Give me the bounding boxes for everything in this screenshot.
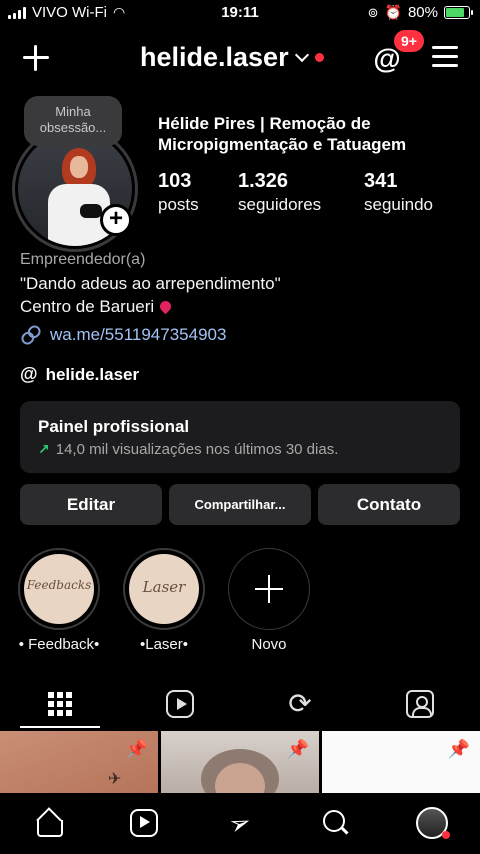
note-text: Minha obsessão...	[39, 104, 107, 135]
status-bar: VIVO Wi-Fi ◠ 19:11 ⊚ ⏰ 80%	[0, 0, 480, 28]
highlight-laser[interactable]: Laser	[123, 548, 205, 630]
contact-button[interactable]: Contato	[318, 484, 460, 525]
stat-number: 341	[364, 170, 398, 192]
post-thumbnail[interactable]: 📌	[322, 731, 480, 793]
bottom-navigation: ➢	[0, 793, 480, 854]
username: helide.laser	[140, 42, 289, 72]
repost-icon: ⟳	[288, 688, 312, 719]
stat-number: 1.326	[238, 170, 289, 192]
status-right: ⊚ ⏰ 80%	[367, 4, 473, 21]
profile-tabs: ⟳	[0, 680, 480, 728]
full-name: Hélide Pires | Remoção de Micropigmentaç…	[158, 114, 407, 154]
threads-handle: helide.laser	[45, 364, 140, 384]
bio-link[interactable]: wa.me/5511947354903	[18, 322, 227, 348]
highlight-feedback[interactable]: Feedbacks	[18, 548, 100, 630]
reels-icon	[166, 690, 194, 718]
stat-label: seguindo	[364, 195, 434, 214]
post-thumbnail[interactable]: ✈ 📌	[0, 731, 158, 793]
note-bubble[interactable]: Minha obsessão...	[24, 96, 122, 152]
category-label: Empreendedor(a)	[20, 251, 146, 268]
tab-tagged[interactable]	[360, 680, 480, 728]
threads-small-icon: @	[20, 364, 38, 384]
battery-icon	[444, 6, 473, 19]
stat-followers[interactable]: 1.326 seguidores	[238, 170, 321, 215]
pin-post-icon: 📌	[447, 739, 470, 759]
bio-location-text: Centro de Barueri	[20, 297, 155, 316]
reels-icon	[130, 809, 158, 837]
notification-dot	[314, 53, 324, 62]
search-icon	[323, 810, 349, 836]
menu-icon[interactable]	[432, 46, 458, 68]
stat-label: posts	[158, 195, 199, 214]
home-icon	[35, 811, 63, 837]
nav-profile[interactable]	[416, 807, 450, 839]
account-switcher[interactable]: helide.laser	[140, 42, 324, 73]
pin-post-icon: 📌	[286, 739, 309, 759]
tagged-icon	[406, 690, 434, 718]
highlight-label: •Laser•	[139, 636, 189, 653]
grid-icon	[48, 692, 72, 716]
highlight-cover-text: Laser	[142, 578, 186, 596]
profile-header: helide.laser @ 9+	[0, 30, 480, 80]
edit-profile-button[interactable]: Editar	[20, 484, 162, 525]
post-thumbnail[interactable]: 📌	[161, 731, 319, 793]
stat-number: 103	[158, 170, 192, 192]
plus-icon	[255, 575, 283, 603]
threads-badge: 9+	[394, 30, 424, 52]
orientation-lock-icon: ⊚	[367, 4, 379, 20]
active-tab-indicator	[20, 726, 100, 728]
alarm-icon: ⏰	[384, 4, 402, 20]
stat-following[interactable]: 341 seguindo	[364, 170, 433, 215]
highlight-cover: Laser	[129, 554, 199, 624]
tattoo-image: ✈	[108, 771, 122, 788]
threads-link[interactable]: @ helide.laser	[20, 364, 139, 385]
person-image	[201, 749, 279, 793]
link-icon	[18, 322, 44, 348]
tab-grid[interactable]	[0, 680, 120, 728]
professional-dashboard[interactable]: Painel profissional ↗ 14,0 mil visualiza…	[20, 401, 460, 473]
battery-percent: 80%	[407, 4, 438, 21]
share-profile-button[interactable]: Compartilhar...	[169, 484, 311, 525]
stat-label: seguidores	[238, 195, 322, 214]
tab-reposts[interactable]: ⟳	[240, 680, 360, 728]
bio-location: Centro de Barueri	[20, 297, 174, 317]
tab-reels[interactable]	[120, 680, 240, 728]
pin-icon	[157, 298, 174, 315]
trend-up-icon: ↗	[38, 441, 50, 457]
highlight-cover-text: Feedbacks	[26, 578, 92, 592]
bio-line: "Dando adeus ao arrependimento"	[20, 274, 281, 293]
profile-avatar-icon	[416, 807, 450, 839]
stat-posts[interactable]: 103 posts	[158, 170, 199, 215]
panel-title: Painel profissional	[38, 417, 190, 436]
chevron-down-icon	[294, 47, 309, 62]
highlight-label: • Feedback•	[18, 636, 100, 653]
create-plus-icon[interactable]	[22, 44, 50, 72]
panel-subtitle: 14,0 mil visualizações nos últimos 30 di…	[55, 441, 339, 458]
link-text: wa.me/5511947354903	[50, 325, 227, 344]
nav-messages[interactable]: ➢	[224, 804, 256, 841]
pin-post-icon: 📌	[125, 739, 148, 759]
highlight-label: Novo	[251, 636, 287, 653]
nav-home[interactable]	[32, 807, 64, 839]
send-icon: ➢	[224, 804, 256, 841]
add-story-icon[interactable]: +	[100, 204, 132, 236]
nav-reels[interactable]	[128, 807, 160, 839]
nav-search[interactable]	[320, 807, 352, 839]
highlight-cover: Feedbacks	[24, 554, 94, 624]
panel-subtitle-row: ↗ 14,0 mil visualizações nos últimos 30 …	[38, 441, 442, 458]
new-highlight-button[interactable]	[228, 548, 310, 630]
